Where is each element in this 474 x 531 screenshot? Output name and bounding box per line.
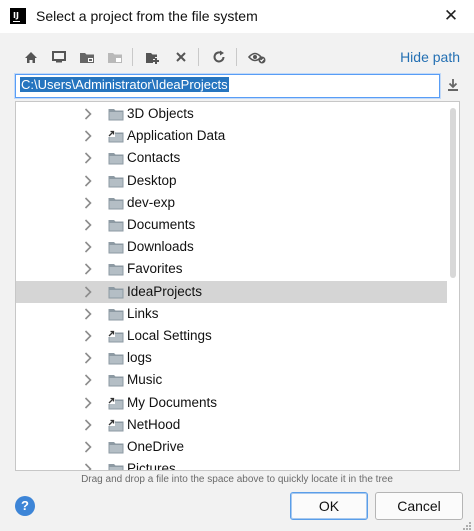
tree-item-label: Music [127,372,163,388]
tree-row[interactable]: Downloads [16,236,459,258]
tree-item-label: Desktop [127,172,177,188]
title-bar: IJ Select a project from the file system… [0,0,474,33]
chevron-right-icon[interactable] [84,397,94,409]
tree-row[interactable]: 3D Objects [16,103,459,125]
chevron-right-icon[interactable] [84,286,94,298]
chevron-right-icon[interactable] [84,175,94,187]
folder-link-icon [108,418,124,432]
chevron-right-icon[interactable] [84,352,94,364]
chevron-right-icon[interactable] [84,463,94,470]
tree-item-label: NetHood [127,416,181,432]
folder-icon [108,175,124,188]
scrollbar-thumb[interactable] [450,108,456,278]
tree-row[interactable]: Local Settings [16,325,459,347]
tree-item-label: Local Settings [127,328,212,343]
tree-item-label: Application Data [127,128,226,144]
download-icon[interactable] [446,78,462,94]
delete-icon[interactable] [170,45,192,69]
home-icon[interactable] [20,45,42,69]
desktop-icon[interactable] [48,45,70,69]
toolbar: Hide path [18,45,463,69]
intellij-icon: IJ [10,8,26,24]
tree-row[interactable]: Music [16,369,459,391]
tree-row[interactable]: My Documents [16,392,459,414]
chevron-right-icon[interactable] [84,263,94,275]
tree-item-label: 3D Objects [127,106,194,121]
folder-icon [108,374,124,387]
tree-item-label: Documents [127,217,196,232]
toolbar-separator [132,48,133,66]
vertical-scrollbar[interactable] [447,102,459,470]
tree-row[interactable]: Favorites [16,258,459,280]
path-input-value: C:\Users\Administrator\IdeaProjects [20,77,229,92]
toolbar-separator [198,48,199,66]
tree-item-label: Downloads [127,239,194,255]
folder-icon [108,152,124,165]
tree-row[interactable]: dev-exp [16,192,459,214]
chevron-right-icon[interactable] [84,197,94,209]
path-input[interactable]: C:\Users\Administrator\IdeaProjects [15,74,440,98]
folder-icon [108,108,124,121]
chevron-right-icon[interactable] [84,374,94,386]
tree-row[interactable]: Desktop [16,170,459,192]
chevron-right-icon[interactable] [84,419,94,431]
tree-item-label: IdeaProjects [127,283,203,299]
folder-icon [108,308,124,321]
refresh-icon[interactable] [208,45,230,69]
ok-button[interactable]: OK [290,492,368,520]
tree-item-label: Contacts [127,150,181,166]
chevron-right-icon[interactable] [84,152,94,164]
module-folder-icon[interactable] [104,45,126,69]
chevron-right-icon[interactable] [84,219,94,231]
chevron-right-icon[interactable] [84,441,94,453]
drag-drop-hint: Drag and drop a file into the space abov… [81,474,393,485]
tree-row[interactable]: Links [16,303,459,325]
folder-icon [108,352,124,365]
tree-row[interactable]: logs [16,347,459,369]
tree-item-label: OneDrive [127,439,185,454]
help-button[interactable]: ? [15,496,35,516]
chevron-right-icon[interactable] [84,130,94,142]
cancel-button[interactable]: Cancel [375,492,463,520]
chevron-right-icon[interactable] [84,308,94,320]
tree-row[interactable]: Contacts [16,147,459,169]
tree-item-label: Pictures [127,461,176,471]
tree-row[interactable]: Application Data [16,125,459,147]
tree-item-label: Favorites [127,261,183,277]
new-folder-icon[interactable] [142,45,164,69]
toolbar-separator [236,48,237,66]
folder-icon [108,197,124,210]
tree-row[interactable]: IdeaProjects [16,280,459,303]
chevron-right-icon[interactable] [84,330,94,342]
tree-item-label: Links [127,305,159,321]
folder-link-icon [108,330,124,343]
tree-row[interactable]: NetHood [16,414,459,436]
chevron-right-icon[interactable] [84,108,94,120]
folder-link-icon [108,130,124,143]
chevron-right-icon[interactable] [84,241,94,253]
resize-grip-icon[interactable] [462,519,472,530]
folder-icon [108,463,124,470]
hide-path-link[interactable]: Hide path [400,49,460,65]
path-row: C:\Users\Administrator\IdeaProjects [15,74,462,98]
folder-icon [108,241,124,254]
tree-row[interactable]: OneDrive [16,436,459,458]
file-tree[interactable]: Pictures OneDrive NetHood My Documents Music… [15,101,460,471]
folder-icon [108,263,124,276]
tree-item-label: dev-exp [127,194,176,210]
tree-row[interactable]: Pictures [16,458,459,471]
project-folder-icon[interactable] [76,45,98,69]
folder-icon [108,219,124,232]
folder-link-icon [108,396,124,410]
show-hidden-icon[interactable] [246,45,268,69]
tree-item-label: My Documents [127,394,218,410]
folder-icon [108,441,124,454]
dialog-title: Select a project from the file system [36,8,258,24]
tree-row[interactable]: Documents [16,214,459,236]
folder-icon [108,286,124,299]
tree-item-label: logs [127,350,152,366]
close-button[interactable]: ✕ [428,0,474,33]
